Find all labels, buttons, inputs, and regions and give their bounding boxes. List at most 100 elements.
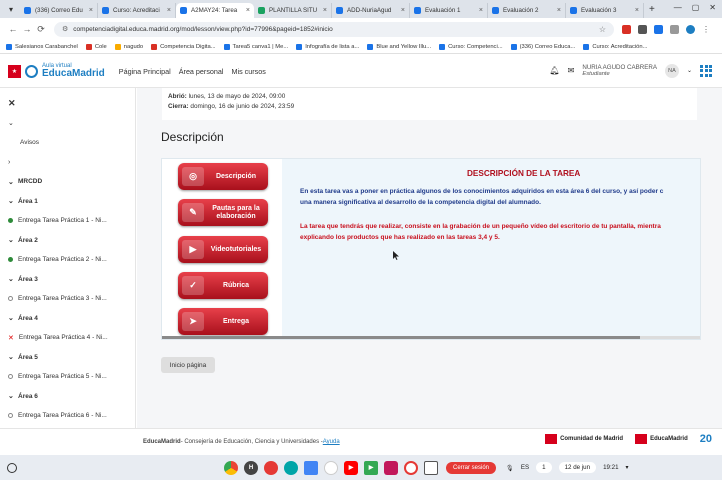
forward-icon[interactable]: →	[20, 24, 34, 34]
lesson-button-entrega[interactable]: ➤ Entrega	[178, 308, 268, 335]
sidebar-section-area-3[interactable]: ⌄ Área 3	[8, 270, 127, 290]
inicio-pagina-button[interactable]: Inicio página	[161, 357, 215, 373]
gmail-icon[interactable]	[324, 460, 338, 475]
classroom-icon[interactable]	[284, 460, 298, 475]
apps-grid-icon[interactable]	[700, 64, 712, 77]
docs-icon[interactable]	[304, 460, 318, 475]
close-drawer-icon[interactable]: ✕	[8, 98, 16, 109]
chevron-right-icon[interactable]: ›	[8, 159, 18, 166]
chevron-down-icon: ⌄	[8, 315, 14, 323]
wifi-icon[interactable]: ▾	[626, 464, 629, 471]
profile-icon[interactable]	[686, 24, 695, 34]
sidebar-item-entrega-1[interactable]: Entrega Tarea Práctica 1 - Ni...	[8, 211, 127, 231]
close-tab-icon[interactable]: ×	[167, 7, 171, 14]
site-info-icon[interactable]: ⚙	[62, 25, 68, 33]
browser-tab-active[interactable]: A2MAY24: Tarea ×	[176, 3, 254, 18]
scrollbar-thumb[interactable]	[162, 336, 640, 339]
nav-pagina-principal[interactable]: Página Principal	[119, 67, 171, 76]
sidebar-section-area-2[interactable]: ⌄ Área 2	[8, 231, 127, 251]
close-tab-icon[interactable]: ×	[89, 7, 93, 14]
browser-tab[interactable]: Evaluación 1 ×	[410, 3, 488, 18]
help-link[interactable]: Ayuda	[323, 439, 340, 445]
bookmark-item[interactable]: Curso: Competenci...	[439, 43, 503, 50]
browser-tab[interactable]: PLANTILLA SITU ×	[254, 3, 332, 18]
sidebar-item-avisos[interactable]: Avisos	[8, 133, 127, 153]
bookmark-star-icon[interactable]: ☆	[599, 25, 606, 34]
bookmark-item[interactable]: Infografía de lista a...	[296, 43, 359, 50]
copy-icon[interactable]	[424, 460, 438, 475]
bookmark-item[interactable]: Tarea5 canva1 | Me...	[223, 43, 288, 50]
avatar[interactable]: NA	[664, 63, 679, 78]
chrome-icon[interactable]	[224, 460, 238, 475]
sidebar-item-entrega-3[interactable]: Entrega Tarea Práctica 3 - Ni...	[8, 289, 127, 309]
app-h-icon[interactable]: H	[244, 460, 258, 475]
sidebar-section-area-5[interactable]: ⌄ Área 5	[8, 348, 127, 368]
nav-area-personal[interactable]: Área personal	[179, 67, 224, 76]
reload-icon[interactable]: ⟳	[34, 24, 48, 35]
bookmark-item[interactable]: Competencia Digita...	[151, 43, 216, 50]
play-store-icon[interactable]: ▶	[364, 460, 378, 475]
bookmark-item[interactable]: Cole	[85, 43, 107, 50]
notification-count[interactable]: 1	[536, 462, 552, 473]
bookmark-item[interactable]: (336) Correo Educa...	[510, 43, 575, 50]
bookmark-item[interactable]: nagudo	[114, 43, 143, 50]
close-window-icon[interactable]: ✕	[709, 3, 716, 12]
extension-icon[interactable]	[654, 24, 663, 34]
close-tab-icon[interactable]: ×	[635, 7, 639, 14]
clock[interactable]: 19:21	[603, 464, 618, 471]
user-info[interactable]: NURIA AGUDO CABRERA Estudiante	[582, 64, 657, 78]
bell-icon[interactable]: 🔔︎	[550, 66, 560, 75]
close-tab-icon[interactable]: ×	[557, 7, 561, 14]
lesson-button-pautas[interactable]: ✎ Pautas para la elaboración	[178, 199, 268, 226]
chat-icon[interactable]: ✉︎	[568, 66, 575, 75]
chevron-down-icon[interactable]: ⌄	[687, 67, 692, 74]
close-tab-icon[interactable]: ×	[401, 7, 405, 14]
browser-tab[interactable]: Evaluación 2 ×	[488, 3, 566, 18]
sidebar-section-area-1[interactable]: ⌄ Área 1	[8, 192, 127, 212]
close-tab-icon[interactable]: ×	[323, 7, 327, 14]
chevron-down-icon[interactable]: ⌄	[8, 119, 18, 127]
bookmark-item[interactable]: Blue and Yellow Illu...	[367, 43, 431, 50]
microphone-icon[interactable]: 🎙︎	[506, 464, 514, 472]
lesson-button-videotutoriales[interactable]: ▶ Videotutoriales	[178, 236, 268, 263]
new-tab-icon[interactable]: +	[649, 4, 655, 15]
lesson-button-descripcion[interactable]: ◎ Descripción	[178, 163, 268, 190]
horizontal-scrollbar[interactable]	[162, 336, 700, 339]
sidebar-item-entrega-6[interactable]: Entrega Tarea Práctica 6 - Ni...	[8, 406, 127, 426]
screencast-icon[interactable]	[264, 460, 278, 475]
language-indicator[interactable]: ES	[521, 464, 529, 471]
launcher-icon[interactable]	[7, 462, 17, 473]
youtube-icon[interactable]: ▶	[344, 460, 358, 475]
lesson-button-rubrica[interactable]: ✓ Rúbrica	[178, 272, 268, 299]
cerrar-sesion-button[interactable]: Cerrar sesión	[446, 461, 497, 474]
date-indicator[interactable]: 12 de jun	[558, 462, 597, 473]
record-icon[interactable]	[404, 460, 418, 475]
puzzle-icon[interactable]	[670, 24, 679, 34]
nav-mis-cursos[interactable]: Mis cursos	[232, 67, 266, 76]
close-tab-icon[interactable]: ×	[246, 7, 250, 14]
educamadrid-logo[interactable]: ★ Aula virtual EducaMadrid	[8, 63, 105, 79]
menu-dots-icon[interactable]: ⋮	[702, 25, 710, 34]
sidebar-section-area-6[interactable]: ⌄ Área 6	[8, 387, 127, 407]
sidebar-item-entrega-4[interactable]: ✕ Entrega Tarea Práctica 4 - Ni...	[8, 328, 127, 348]
bookmark-item[interactable]: Curso: Acreditación...	[583, 43, 647, 50]
sidebar-section-area-4[interactable]: ⌄ Área 4	[8, 309, 127, 329]
sidebar-item-entrega-2[interactable]: Entrega Tarea Práctica 2 - Ni...	[8, 250, 127, 270]
close-tab-icon[interactable]: ×	[479, 7, 483, 14]
browser-tab[interactable]: Curso: Acreditaci ×	[98, 3, 176, 18]
sidebar-item-entrega-5[interactable]: Entrega Tarea Práctica 5 - Ni...	[8, 367, 127, 387]
chevron-down-icon: ⌄	[8, 178, 14, 186]
browser-tab[interactable]: (336) Correo Edu ×	[20, 3, 98, 18]
minimize-icon[interactable]: —	[674, 3, 682, 12]
maximize-icon[interactable]: ▢	[692, 3, 700, 12]
app-icon[interactable]	[384, 460, 398, 475]
back-icon[interactable]: ←	[6, 24, 20, 34]
extension-icon[interactable]	[622, 24, 631, 34]
browser-tab[interactable]: Evaluación 3 ×	[566, 3, 644, 18]
browser-tab[interactable]: ADD-NuriaAgud ×	[332, 3, 410, 18]
sidebar-course[interactable]: ⌄ MRCDD	[8, 172, 127, 192]
address-bar[interactable]: ⚙ competenciadigital.educa.madrid.org/mo…	[54, 21, 614, 37]
bookmark-item[interactable]: Salesianos Carabanchel	[6, 43, 78, 50]
extension-icon[interactable]	[638, 24, 647, 34]
tab-search-icon[interactable]: ▾	[6, 4, 16, 14]
